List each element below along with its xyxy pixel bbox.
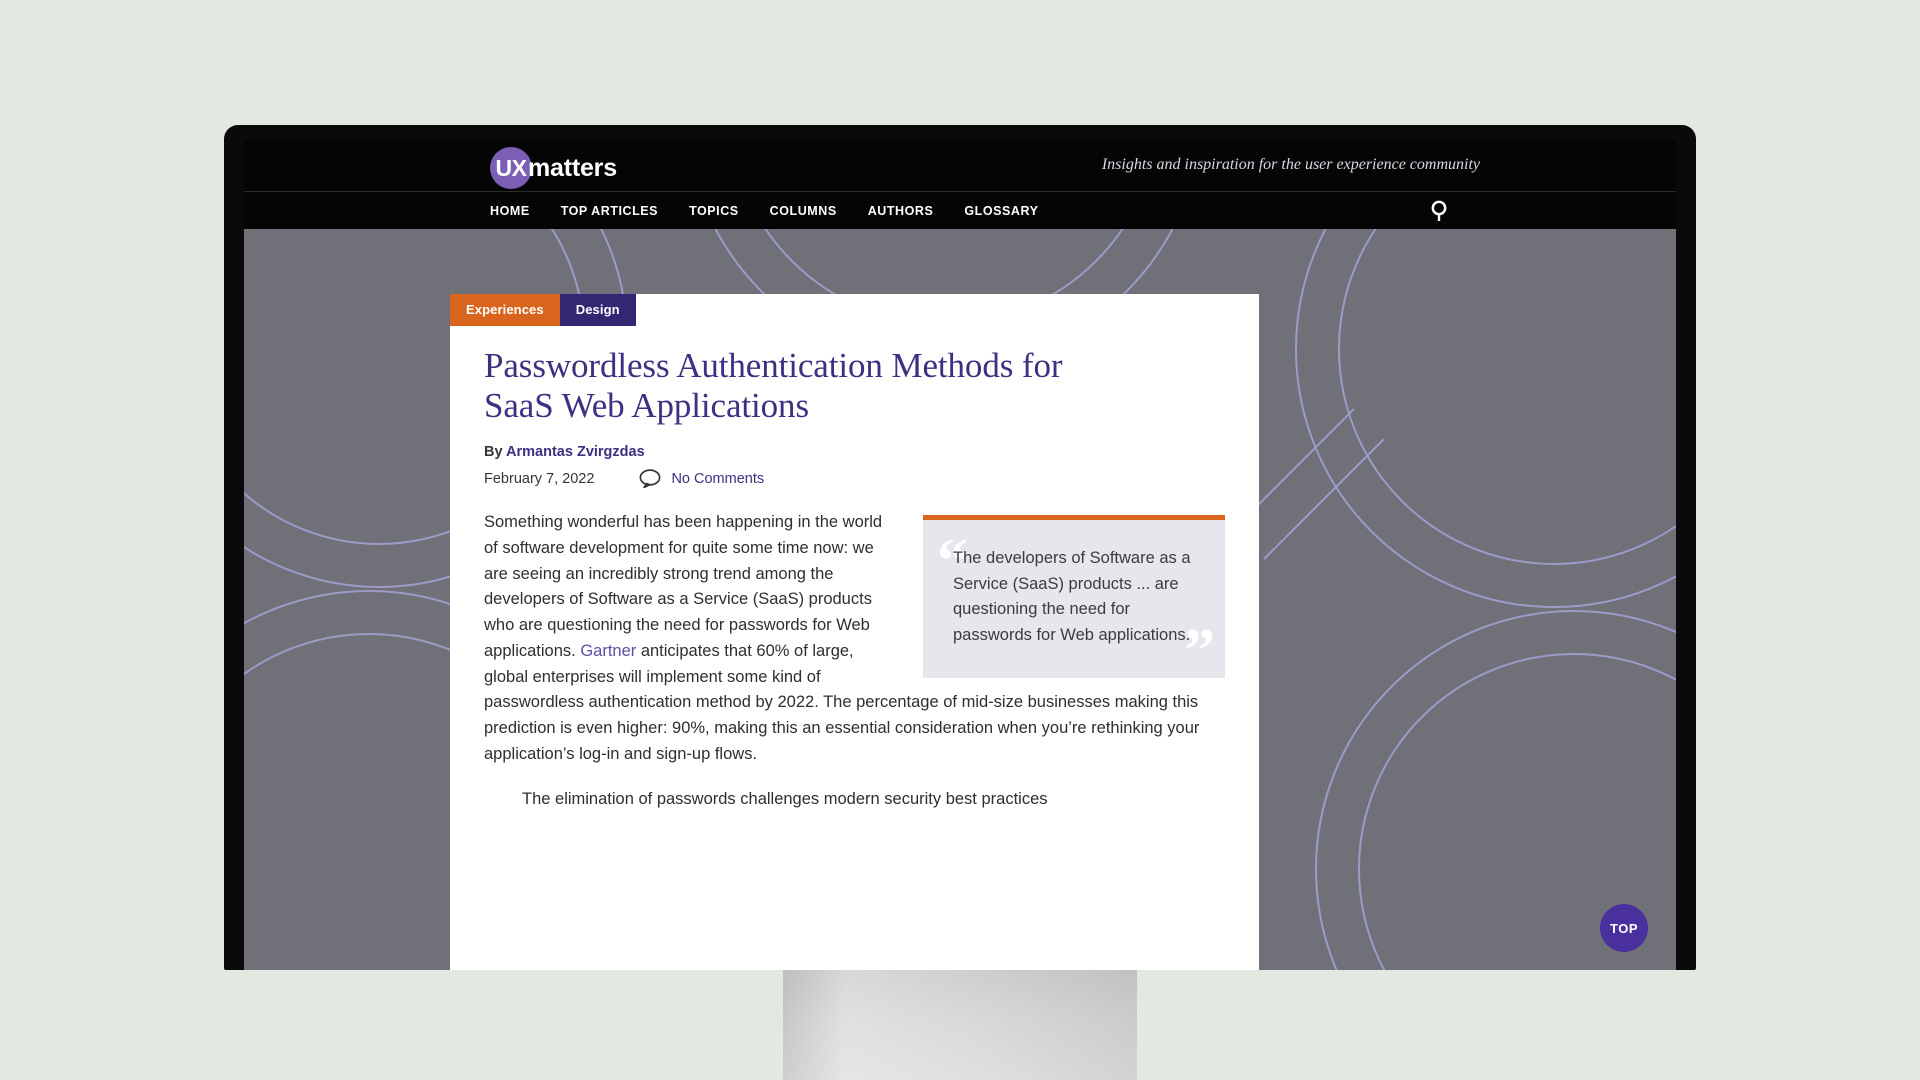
pull-quote: “ ” The developers of Software as a Serv… [923, 515, 1225, 682]
tag-design[interactable]: Design [559, 294, 636, 326]
article-date: February 7, 2022 [484, 470, 595, 487]
header-top-row: UX matters Insights and inspiration for … [244, 139, 1676, 192]
logo-circle-icon: UX [490, 147, 532, 189]
main-navigation: HOME TOP ARTICLES TOPICS COLUMNS AUTHORS… [490, 192, 1069, 229]
nav-item-top-articles[interactable]: TOP ARTICLES [561, 204, 675, 218]
monitor-frame: UX matters Insights and inspiration for … [224, 125, 1696, 970]
nav-item-topics[interactable]: TOPICS [689, 204, 756, 218]
header-nav-row: HOME TOP ARTICLES TOPICS COLUMNS AUTHORS… [244, 192, 1676, 229]
paragraph-text-before-link: Something wonderful has been happening i… [484, 513, 883, 660]
monitor-screen: UX matters Insights and inspiration for … [244, 139, 1676, 970]
speech-bubble-icon [639, 469, 661, 489]
article-title: Passwordless Authentication Methods for … [484, 346, 1063, 425]
nav-item-authors[interactable]: AUTHORS [868, 204, 951, 218]
back-to-top-button[interactable]: TOP [1600, 904, 1648, 952]
gartner-link[interactable]: Gartner [580, 642, 636, 660]
site-logo[interactable]: UX matters [490, 147, 617, 189]
article-paragraph: “ ” The developers of Software as a Serv… [484, 510, 1225, 767]
monitor-stand [783, 968, 1137, 1080]
nav-item-glossary[interactable]: GLOSSARY [964, 204, 1055, 218]
article-card: Experiences Design Passwordless Authenti… [450, 294, 1259, 970]
logo-ux-text: UX [495, 154, 527, 181]
comments-label: No Comments [671, 470, 765, 487]
pull-quote-text: The developers of Software as a Service … [953, 549, 1191, 644]
site-tagline: Insights and inspiration for the user ex… [1101, 156, 1480, 173]
article-body: Passwordless Authentication Methods for … [450, 346, 1259, 813]
nav-item-columns[interactable]: COLUMNS [770, 204, 854, 218]
logo-matters-text: matters [528, 153, 617, 182]
nav-item-home[interactable]: HOME [490, 204, 547, 218]
byline-by-word: By [484, 444, 503, 461]
comments-link[interactable]: No Comments [639, 469, 765, 489]
site-header: UX matters Insights and inspiration for … [244, 139, 1676, 229]
article-tags: Experiences Design [450, 294, 1259, 326]
article-author-link[interactable]: Armantas Zvirgzdas [506, 444, 645, 460]
article-byline: By Armantas Zvirgzdas [484, 444, 1225, 460]
article-next-paragraph-clipped: The elimination of passwords challenges … [522, 790, 1048, 809]
search-icon[interactable] [1426, 198, 1452, 224]
tag-experiences[interactable]: Experiences [450, 294, 560, 326]
article-meta: February 7, 2022 No Comments [484, 469, 1225, 489]
